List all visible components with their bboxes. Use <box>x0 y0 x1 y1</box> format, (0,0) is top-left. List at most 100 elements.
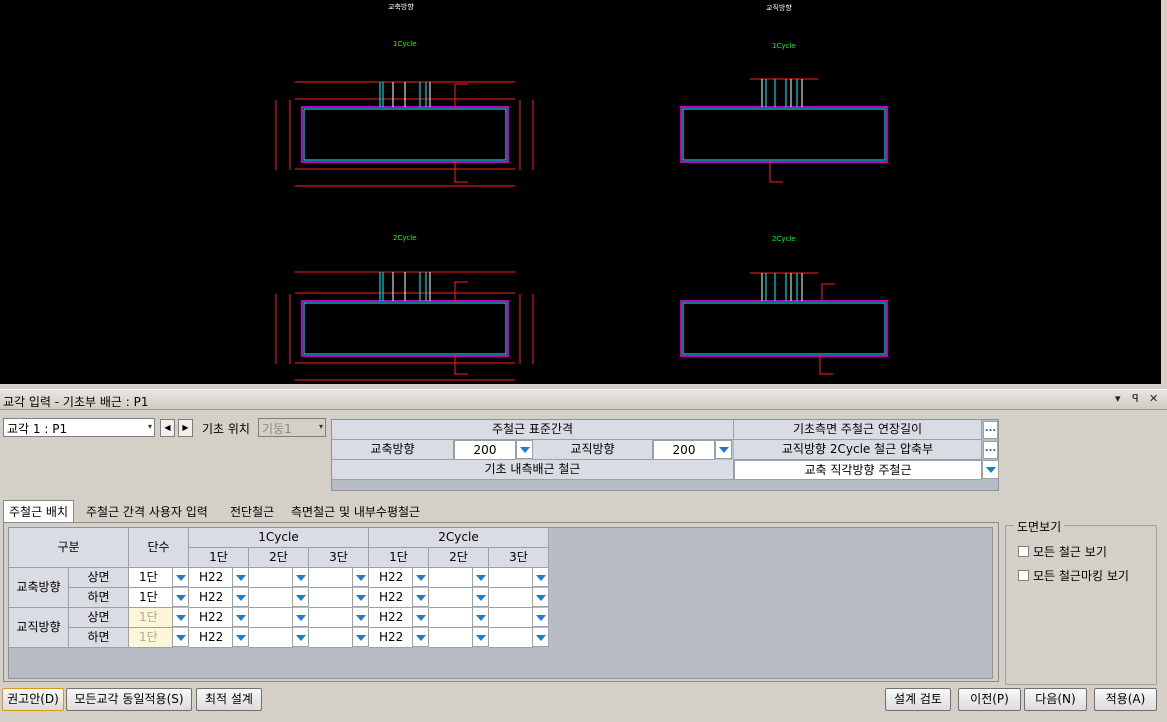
drawing-canvas[interactable]: 교축방향 교직방향 1Cycle 1Cycle 2Cycle 2Cycle <box>0 0 1163 384</box>
rebar-dropdown[interactable] <box>413 568 429 587</box>
rebar-dropdown[interactable] <box>413 608 429 627</box>
rebar-dropdown[interactable] <box>293 588 309 607</box>
show-all-rebar-checkbox[interactable]: 모든 철근 보기 <box>1018 543 1107 560</box>
rebar-cell[interactable]: H22 <box>189 568 233 588</box>
spacing-property-grid: 주철근 표준간격 기초측면 주철근 연장길이 ... 교축방향 200 교직방향… <box>331 419 999 491</box>
tiers-dropdown[interactable] <box>173 568 189 587</box>
rebar-cell[interactable] <box>309 608 353 628</box>
design-review-button[interactable]: 설계 검토 <box>885 688 951 711</box>
rebar-cell[interactable] <box>429 568 473 588</box>
panel-menu-icon[interactable]: ▾ <box>1115 392 1121 405</box>
col-header-c1-t2: 2단 <box>249 548 309 568</box>
foundation-rebar-panel: 교각 1 : P1 ▾ ◀ ▶ 기초 위치 기둥1 ▾ 주철근 표준간격 기초측… <box>0 411 1167 722</box>
recommend-button[interactable]: 권고안(D) <box>2 688 64 711</box>
foundation-position-select: 기둥1 ▾ <box>258 418 326 437</box>
rebar-cell[interactable] <box>489 568 533 588</box>
rebar-dropdown[interactable] <box>353 588 369 607</box>
inner-rebar-label: 기초 내측배근 철근 <box>332 460 734 480</box>
rebar-dropdown[interactable] <box>233 568 249 587</box>
compression-ellipsis-button[interactable]: ... <box>983 441 998 459</box>
inner-rebar-value[interactable]: 교축 직각방향 주철근 <box>734 460 982 480</box>
rebar-dropdown[interactable] <box>533 608 549 627</box>
tiers-cell[interactable]: 1단 <box>129 568 173 588</box>
section-axial-2cycle <box>275 271 534 381</box>
rebar-cell[interactable]: H22 <box>189 608 233 628</box>
pier-select-value: 교각 1 : P1 <box>7 422 68 436</box>
rebar-dropdown[interactable] <box>533 628 549 647</box>
rebar-dropdown[interactable] <box>293 628 309 647</box>
rebar-dropdown[interactable] <box>473 568 489 587</box>
rebar-cell[interactable] <box>429 628 473 648</box>
prev-pier-button[interactable]: ◀ <box>160 419 175 437</box>
rebar-cell[interactable] <box>309 628 353 648</box>
rebar-cell[interactable]: H22 <box>369 608 413 628</box>
rebar-cell[interactable] <box>249 588 293 608</box>
perp-spacing-value[interactable]: 200 <box>653 440 715 460</box>
col-header-category: 구분 <box>9 528 129 568</box>
col-header-cycle1: 1Cycle <box>189 528 369 548</box>
rebar-cell[interactable]: H22 <box>189 628 233 648</box>
prev-button[interactable]: 이전(P) <box>958 688 1021 711</box>
rebar-cell[interactable] <box>249 568 293 588</box>
tab-user-spacing[interactable]: 주철근 간격 사용자 입력 <box>81 501 213 521</box>
rebar-dropdown[interactable] <box>233 628 249 647</box>
col-header-c2-t1: 1단 <box>369 548 429 568</box>
rebar-cell[interactable] <box>249 608 293 628</box>
rebar-dropdown[interactable] <box>233 588 249 607</box>
axial-label: 교축방향 <box>332 440 454 460</box>
rebar-dropdown[interactable] <box>533 588 549 607</box>
rebar-cell[interactable] <box>489 608 533 628</box>
rebar-cell[interactable]: H22 <box>369 588 413 608</box>
drawing-view-group: 도면보기 모든 철근 보기 모든 철근마킹 보기 <box>1005 518 1157 685</box>
rebar-cell[interactable] <box>489 628 533 648</box>
show-all-marking-checkbox[interactable]: 모든 철근마킹 보기 <box>1018 567 1129 584</box>
col-header-c2-t2: 2단 <box>429 548 489 568</box>
rebar-cell[interactable] <box>429 588 473 608</box>
pier-select[interactable]: 교각 1 : P1 ▾ <box>3 418 155 437</box>
rebar-cell[interactable]: H22 <box>189 588 233 608</box>
col-header-c1-t3: 3단 <box>309 548 369 568</box>
rebar-dropdown[interactable] <box>353 608 369 627</box>
tiers-dropdown <box>173 608 189 627</box>
rebar-dropdown[interactable] <box>533 568 549 587</box>
rebar-cell[interactable] <box>249 628 293 648</box>
rebar-dropdown[interactable] <box>293 568 309 587</box>
next-pier-button[interactable]: ▶ <box>178 419 193 437</box>
tab-shear-rebar[interactable]: 전단철근 <box>225 501 279 521</box>
rebar-dropdown[interactable] <box>473 608 489 627</box>
next-button[interactable]: 다음(N) <box>1024 688 1087 711</box>
ext-length-header: 기초측면 주철근 연장길이 <box>734 420 982 440</box>
panel-title: 교각 입력 - 기초부 배근 : P1 <box>3 395 149 409</box>
ext-length-ellipsis-button[interactable]: ... <box>983 421 998 439</box>
rebar-dropdown[interactable] <box>473 588 489 607</box>
rebar-dropdown[interactable] <box>413 588 429 607</box>
rebar-cell[interactable]: H22 <box>369 568 413 588</box>
tab-content: 구분 단수 1Cycle 2Cycle 1단 2단 3단 1단 2단 3단 교축… <box>3 522 999 682</box>
axial-spacing-value[interactable]: 200 <box>454 440 516 460</box>
apply-button[interactable]: 적용(A) <box>1094 688 1157 711</box>
rebar-dropdown[interactable] <box>353 628 369 647</box>
rebar-dropdown[interactable] <box>413 628 429 647</box>
rebar-cell[interactable] <box>309 588 353 608</box>
rebar-cell[interactable] <box>429 608 473 628</box>
perp-spacing-dropdown[interactable] <box>715 440 732 459</box>
tiers-dropdown[interactable] <box>173 588 189 607</box>
axial-spacing-dropdown[interactable] <box>516 440 533 459</box>
rebar-dropdown[interactable] <box>473 628 489 647</box>
pin-icon[interactable]: ꟼ <box>1132 392 1139 405</box>
col-header-c2-t3: 3단 <box>489 548 549 568</box>
tab-side-rebar[interactable]: 측면철근 및 내부수평철근 <box>286 501 425 521</box>
rebar-dropdown[interactable] <box>233 608 249 627</box>
apply-all-piers-button[interactable]: 모든교각 동일적용(S) <box>66 688 192 711</box>
inner-rebar-dropdown[interactable] <box>982 460 999 479</box>
rebar-cell[interactable]: H22 <box>369 628 413 648</box>
rebar-cell[interactable] <box>489 588 533 608</box>
close-icon[interactable]: ✕ <box>1149 392 1158 405</box>
rebar-cell[interactable] <box>309 568 353 588</box>
optimize-button[interactable]: 최적 설계 <box>196 688 262 711</box>
rebar-dropdown[interactable] <box>293 608 309 627</box>
col-header-cycle2: 2Cycle <box>369 528 549 548</box>
rebar-dropdown[interactable] <box>353 568 369 587</box>
tab-main-rebar-layout[interactable]: 주철근 배치 <box>3 500 75 522</box>
tiers-cell[interactable]: 1단 <box>129 588 173 608</box>
